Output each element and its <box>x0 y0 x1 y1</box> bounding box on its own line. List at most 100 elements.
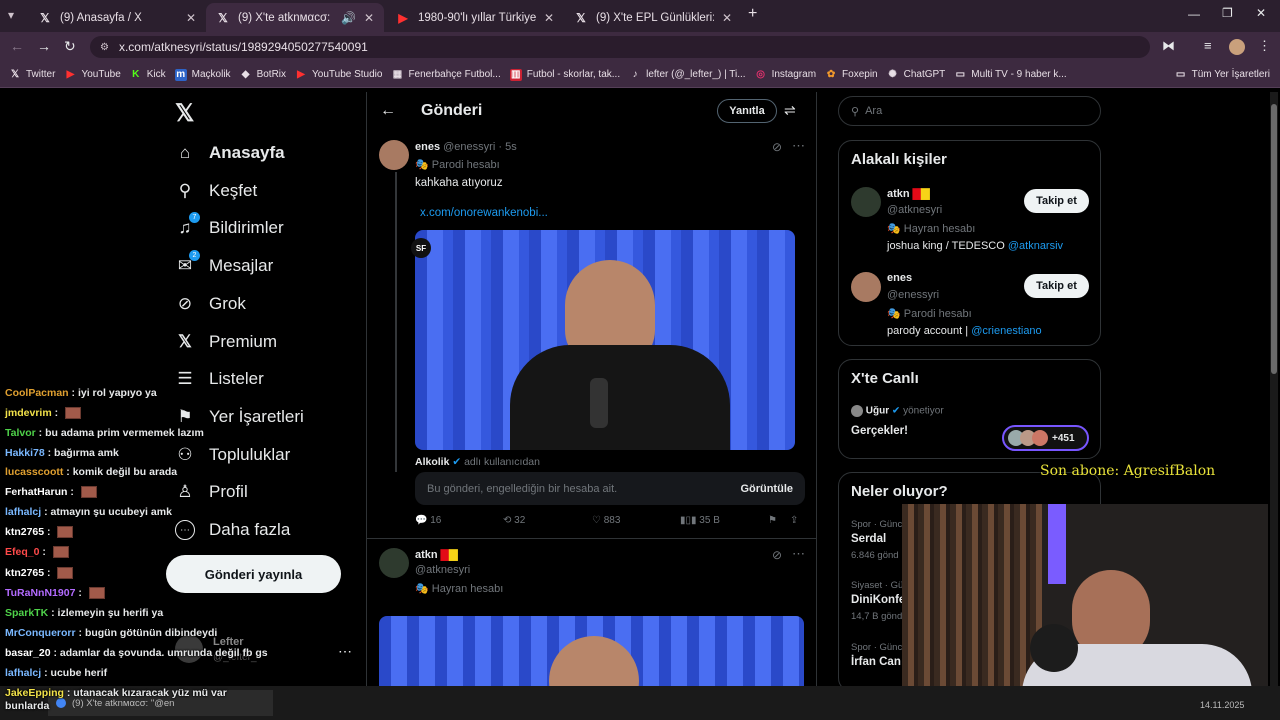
trend-name[interactable]: DiniKonfe <box>851 594 905 606</box>
views-action[interactable]: ▮▯▮ 35 B <box>680 515 720 526</box>
bookmark-youtube[interactable]: ▶ YouTube <box>64 69 121 81</box>
minimize-button[interactable]: — <box>1188 7 1200 21</box>
new-tab-button[interactable]: + <box>748 5 757 23</box>
back-arrow-icon[interactable]: ← <box>380 102 396 120</box>
nav-anasayfa[interactable]: ⌂ Anasayfa <box>175 143 285 163</box>
bookmark-mackolik[interactable]: m Maçkolik <box>174 68 231 81</box>
nav-grok[interactable]: ⊘ Grok <box>175 294 246 314</box>
nav-listeler[interactable]: ☰ Listeler <box>175 369 263 389</box>
view-button[interactable]: Görüntüle <box>740 483 793 495</box>
trend-name[interactable]: İrfan Can <box>851 656 901 668</box>
author-avatar[interactable] <box>379 140 409 170</box>
close-icon[interactable]: ✕ <box>186 11 196 25</box>
account-menu-icon[interactable]: ⋯ <box>338 643 352 660</box>
repost-action[interactable]: ⟲ 32 <box>503 515 525 526</box>
tweet-time[interactable]: 5s <box>505 141 517 153</box>
window-close-button[interactable]: ✕ <box>1256 6 1266 20</box>
x-home-logo-icon[interactable]: 𝕏 <box>175 99 194 128</box>
reload-button[interactable]: ↻ <box>64 38 76 55</box>
person-avatar[interactable] <box>851 272 881 302</box>
close-icon[interactable]: ✕ <box>544 11 554 25</box>
live-listeners[interactable]: +451 <box>1002 425 1089 451</box>
x-logo-icon: 𝕏 <box>576 10 586 25</box>
author-handle[interactable]: @enessyri <box>443 141 495 153</box>
site-info-icon[interactable]: ⚙ <box>100 42 109 53</box>
reply-author-handle[interactable]: @atknesyri <box>415 564 470 576</box>
person-bio: parody account | @crienestiano <box>887 325 1042 337</box>
bookmark-tiktok[interactable]: ♪ lefter (@_lefter_) | Ti... <box>629 69 746 81</box>
settings-sliders-icon[interactable]: ⇌ <box>784 102 796 119</box>
nav-bildirimler[interactable]: ♫ 7 Bildirimler <box>175 212 284 238</box>
bookmark-instagram[interactable]: ◎ Instagram <box>755 69 816 81</box>
reply-author-avatar[interactable] <box>379 548 409 578</box>
bookmark-action-icon[interactable]: ⚑ <box>768 515 777 526</box>
follow-button[interactable]: Takip et <box>1024 274 1089 298</box>
extensions-icon[interactable]: ⧓ <box>1162 38 1175 54</box>
share-icon[interactable]: ⇪ <box>790 515 798 526</box>
bookmark-foxepin[interactable]: ✿ Foxepin <box>825 69 878 81</box>
search-box[interactable]: ⚲ Ara <box>838 96 1101 126</box>
person-handle[interactable]: @enessyri <box>887 289 939 301</box>
bookmark-futbol[interactable]: ▥ Futbol - skorlar, tak... <box>509 68 620 81</box>
quoted-author[interactable]: Alkolik ✔ adlı kullanıcıdan <box>415 456 540 468</box>
bookmark-fenerbahce[interactable]: ▦ Fenerbahçe Futbol... <box>391 69 501 81</box>
nav-profil[interactable]: ♙ Profil <box>175 482 247 502</box>
follow-button[interactable]: Takip et <box>1024 189 1089 213</box>
all-bookmarks[interactable]: ▭ Tüm Yer İşaretleri <box>1175 69 1270 81</box>
tab-search-icon[interactable]: ▾ <box>8 8 14 22</box>
person-name[interactable]: atkn ▇▇ <box>887 187 930 200</box>
bookmark-twitter[interactable]: 𝕏 Twitter <box>9 69 55 81</box>
more-options-icon[interactable]: ⋯ <box>792 138 805 154</box>
tab-status[interactable]: 𝕏 (9) X'te atknмαcσ: "@enessy 🔊 ✕ <box>206 3 384 32</box>
person-avatar[interactable] <box>851 187 881 217</box>
reply-video[interactable] <box>379 616 804 692</box>
person-handle[interactable]: @atknesyri <box>887 204 942 216</box>
bookmark-multitv[interactable]: ▭ Multi TV - 9 haber k... <box>954 69 1067 81</box>
author-name[interactable]: enes <box>415 141 440 153</box>
bio-link[interactable]: @crienestiano <box>971 325 1041 337</box>
bookmark-kick[interactable]: K Kick <box>130 69 166 81</box>
address-bar[interactable]: ⚙ x.com/atknesyri/status/198929405027754… <box>90 36 1150 58</box>
nav-topluluklar[interactable]: ⚇ Topluluklar <box>175 445 290 465</box>
scrollbar-thumb[interactable] <box>1271 104 1277 374</box>
more-options-icon[interactable]: ⋯ <box>792 546 805 562</box>
menu-icon[interactable]: ⋮ <box>1258 38 1271 54</box>
like-action[interactable]: ♡ 883 <box>592 515 620 526</box>
bio-link[interactable]: @atknarsiv <box>1008 240 1063 252</box>
live-text[interactable]: Gerçekler! <box>851 425 908 437</box>
trend-name[interactable]: Serdal <box>851 533 886 545</box>
back-button[interactable]: ← <box>10 38 24 54</box>
page-scrollbar[interactable] <box>1270 92 1278 686</box>
grok-icon[interactable]: ⊘ <box>772 140 782 154</box>
bookmark-botrix[interactable]: ◆ BotRix <box>240 69 286 81</box>
reply-action[interactable]: 💬 16 <box>415 515 441 526</box>
more-icon: ⋯ <box>175 520 195 540</box>
grok-icon[interactable]: ⊘ <box>772 548 782 562</box>
bookmark-chatgpt[interactable]: ✺ ChatGPT <box>887 69 945 81</box>
tab-youtube[interactable]: ▶ 1980-90'lı yıllar Türkiye'nin baş ✕ <box>386 3 564 32</box>
live-host[interactable]: Uğur ✔ yönetiyor <box>851 405 944 417</box>
maximize-button[interactable]: ❐ <box>1222 6 1233 20</box>
nav-daha-fazla[interactable]: ⋯ Daha fazla <box>175 520 290 540</box>
close-icon[interactable]: ✕ <box>722 11 732 25</box>
verified-icon: ✔ <box>891 405 901 417</box>
profile-avatar[interactable] <box>1229 39 1245 55</box>
forward-button[interactable]: → <box>37 38 51 54</box>
tab-epl[interactable]: 𝕏 (9) X'te EPL Günlükleri: "ᴛʀ Yusu ✕ <box>564 3 742 32</box>
chat-message: lafhalcj : ucube herif <box>5 667 108 679</box>
nav-mesajlar[interactable]: ✉ 2 Mesajlar <box>175 250 273 276</box>
reply-button[interactable]: Yanıtla <box>717 99 777 123</box>
nav-yer-isaretleri[interactable]: ⚑ Yer İşaretleri <box>175 407 303 427</box>
nav-premium[interactable]: 𝕏 Premium <box>175 332 277 352</box>
person-name[interactable]: enes <box>887 272 912 284</box>
nav-kesfet[interactable]: ⚲ Keşfet <box>175 181 257 201</box>
tab-home[interactable]: 𝕏 (9) Anasayfa / X ✕ <box>28 3 206 32</box>
speaker-icon[interactable]: 🔊 <box>341 11 356 25</box>
close-icon[interactable]: ✕ <box>364 11 374 25</box>
tweet-video[interactable] <box>415 230 795 450</box>
reply-author-name[interactable]: atkn ▇▇ <box>415 548 458 561</box>
tweet-link[interactable]: x.com/onorewankenobi... <box>420 207 548 219</box>
media-icon[interactable]: ≡ <box>1204 38 1212 53</box>
post-button[interactable]: Gönderi yayınla <box>166 555 341 593</box>
bookmark-youtube-studio[interactable]: ▶ YouTube Studio <box>295 69 382 81</box>
